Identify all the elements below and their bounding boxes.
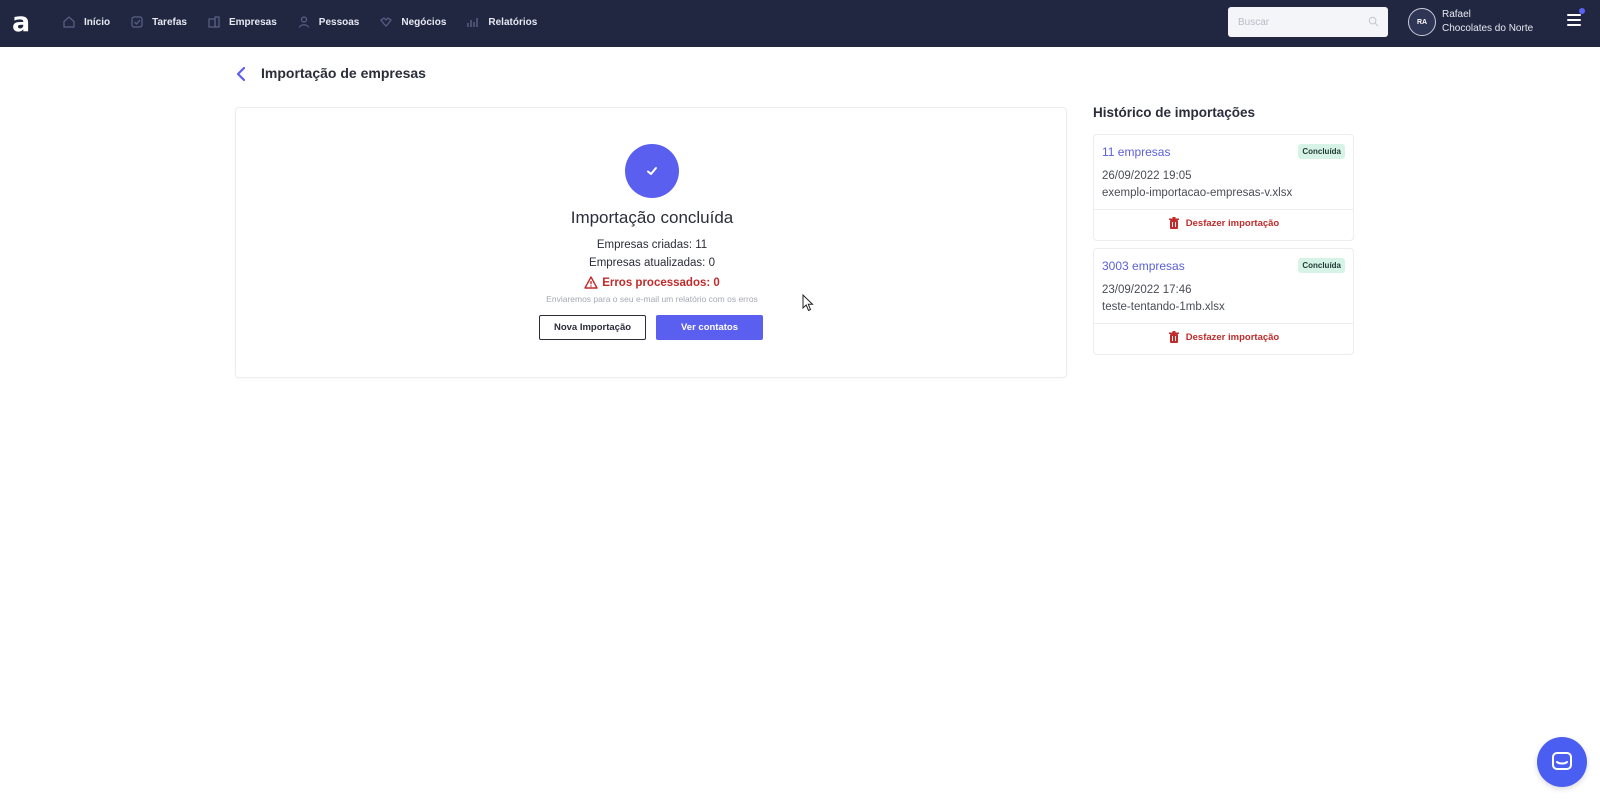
main-nav: Início Tarefas Empresas Pessoas Negócios… (62, 0, 557, 44)
undo-import-button[interactable]: Desfazer importação (1094, 217, 1353, 230)
home-icon (63, 16, 75, 28)
companies-created: Empresas criadas: 11 (596, 239, 708, 251)
companies-updated: Empresas atualizadas: 0 (589, 257, 715, 269)
reports-icon (467, 18, 479, 27)
errors-processed: Erros processados: 0 (236, 276, 1068, 289)
building-icon (208, 16, 220, 28)
nav-label: Pessoas (318, 16, 360, 28)
warning-icon (584, 276, 598, 289)
import-result-card: Importação concluída Empresas criadas: 1… (235, 107, 1067, 378)
new-import-button[interactable]: Nova Importação (539, 315, 646, 340)
nav-item-negocios[interactable]: Negócios (379, 15, 446, 29)
search-input[interactable] (1238, 16, 1358, 28)
back-arrow-icon[interactable] (234, 66, 248, 82)
history-item: 11 empresas Concluída 26/09/2022 19:05 e… (1093, 134, 1354, 241)
history-file: teste-tentando-1mb.xlsx (1102, 301, 1225, 313)
avatar[interactable]: RA (1408, 8, 1436, 36)
nav-item-pessoas[interactable]: Pessoas (297, 15, 360, 29)
view-contacts-button[interactable]: Ver contatos (656, 315, 763, 340)
nav-item-relatorios[interactable]: Relatórios (466, 15, 537, 29)
success-check-icon (625, 144, 679, 198)
tasks-icon (131, 16, 143, 28)
user-company: Chocolates do Norte (1442, 23, 1534, 34)
nav-label: Início (84, 16, 111, 28)
nav-item-inicio[interactable]: Início (62, 15, 110, 29)
status-badge: Concluída (1298, 258, 1345, 273)
chat-icon (1552, 752, 1572, 770)
deals-icon (380, 17, 393, 27)
status-badge: Concluída (1298, 144, 1345, 159)
nav-label: Empresas (228, 16, 277, 28)
user-info[interactable]: Rafael Chocolates do Norte (1442, 8, 1533, 36)
hamburger-menu-icon[interactable] (1567, 14, 1581, 28)
history-count-link[interactable]: 3003 empresas (1102, 259, 1185, 273)
search-box (1228, 7, 1388, 37)
top-navigation-bar: a Início Tarefas Empresas Pessoas Negóci… (0, 0, 1600, 47)
history-item: 3003 empresas Concluída 23/09/2022 17:46… (1093, 248, 1354, 355)
page-title: Importação de empresas (261, 65, 426, 81)
history-file: exemplo-importacao-empresas-v.xlsx (1102, 187, 1293, 199)
nav-label: Tarefas (152, 16, 187, 28)
history-date: 26/09/2022 19:05 (1102, 170, 1192, 182)
history-title: Histórico de importações (1093, 105, 1256, 120)
undo-label: Desfazer importação (1185, 218, 1280, 229)
nav-item-empresas[interactable]: Empresas (207, 15, 277, 29)
person-icon (298, 16, 309, 28)
email-note: Enviaremos para o seu e-mail um relatóri… (546, 294, 758, 304)
notification-dot (1579, 8, 1585, 14)
trash-icon (1168, 331, 1179, 343)
history-count-link[interactable]: 11 empresas (1102, 145, 1170, 159)
app-logo[interactable]: a (12, 8, 36, 38)
errors-text: Erros processados: 0 (602, 276, 720, 289)
user-name: Rafael (1442, 9, 1471, 20)
nav-item-tarefas[interactable]: Tarefas (130, 15, 187, 29)
chat-launcher-button[interactable] (1537, 737, 1587, 787)
divider (1094, 209, 1353, 210)
divider (1094, 323, 1353, 324)
trash-icon (1168, 217, 1179, 229)
history-date: 23/09/2022 17:46 (1102, 284, 1192, 296)
mouse-cursor-icon (802, 294, 814, 312)
undo-label: Desfazer importação (1185, 332, 1280, 343)
undo-import-button[interactable]: Desfazer importação (1094, 331, 1353, 344)
search-icon[interactable] (1368, 16, 1379, 27)
nav-label: Negócios (401, 16, 447, 28)
nav-label: Relatórios (488, 16, 538, 28)
result-title: Importação concluída (570, 208, 734, 227)
